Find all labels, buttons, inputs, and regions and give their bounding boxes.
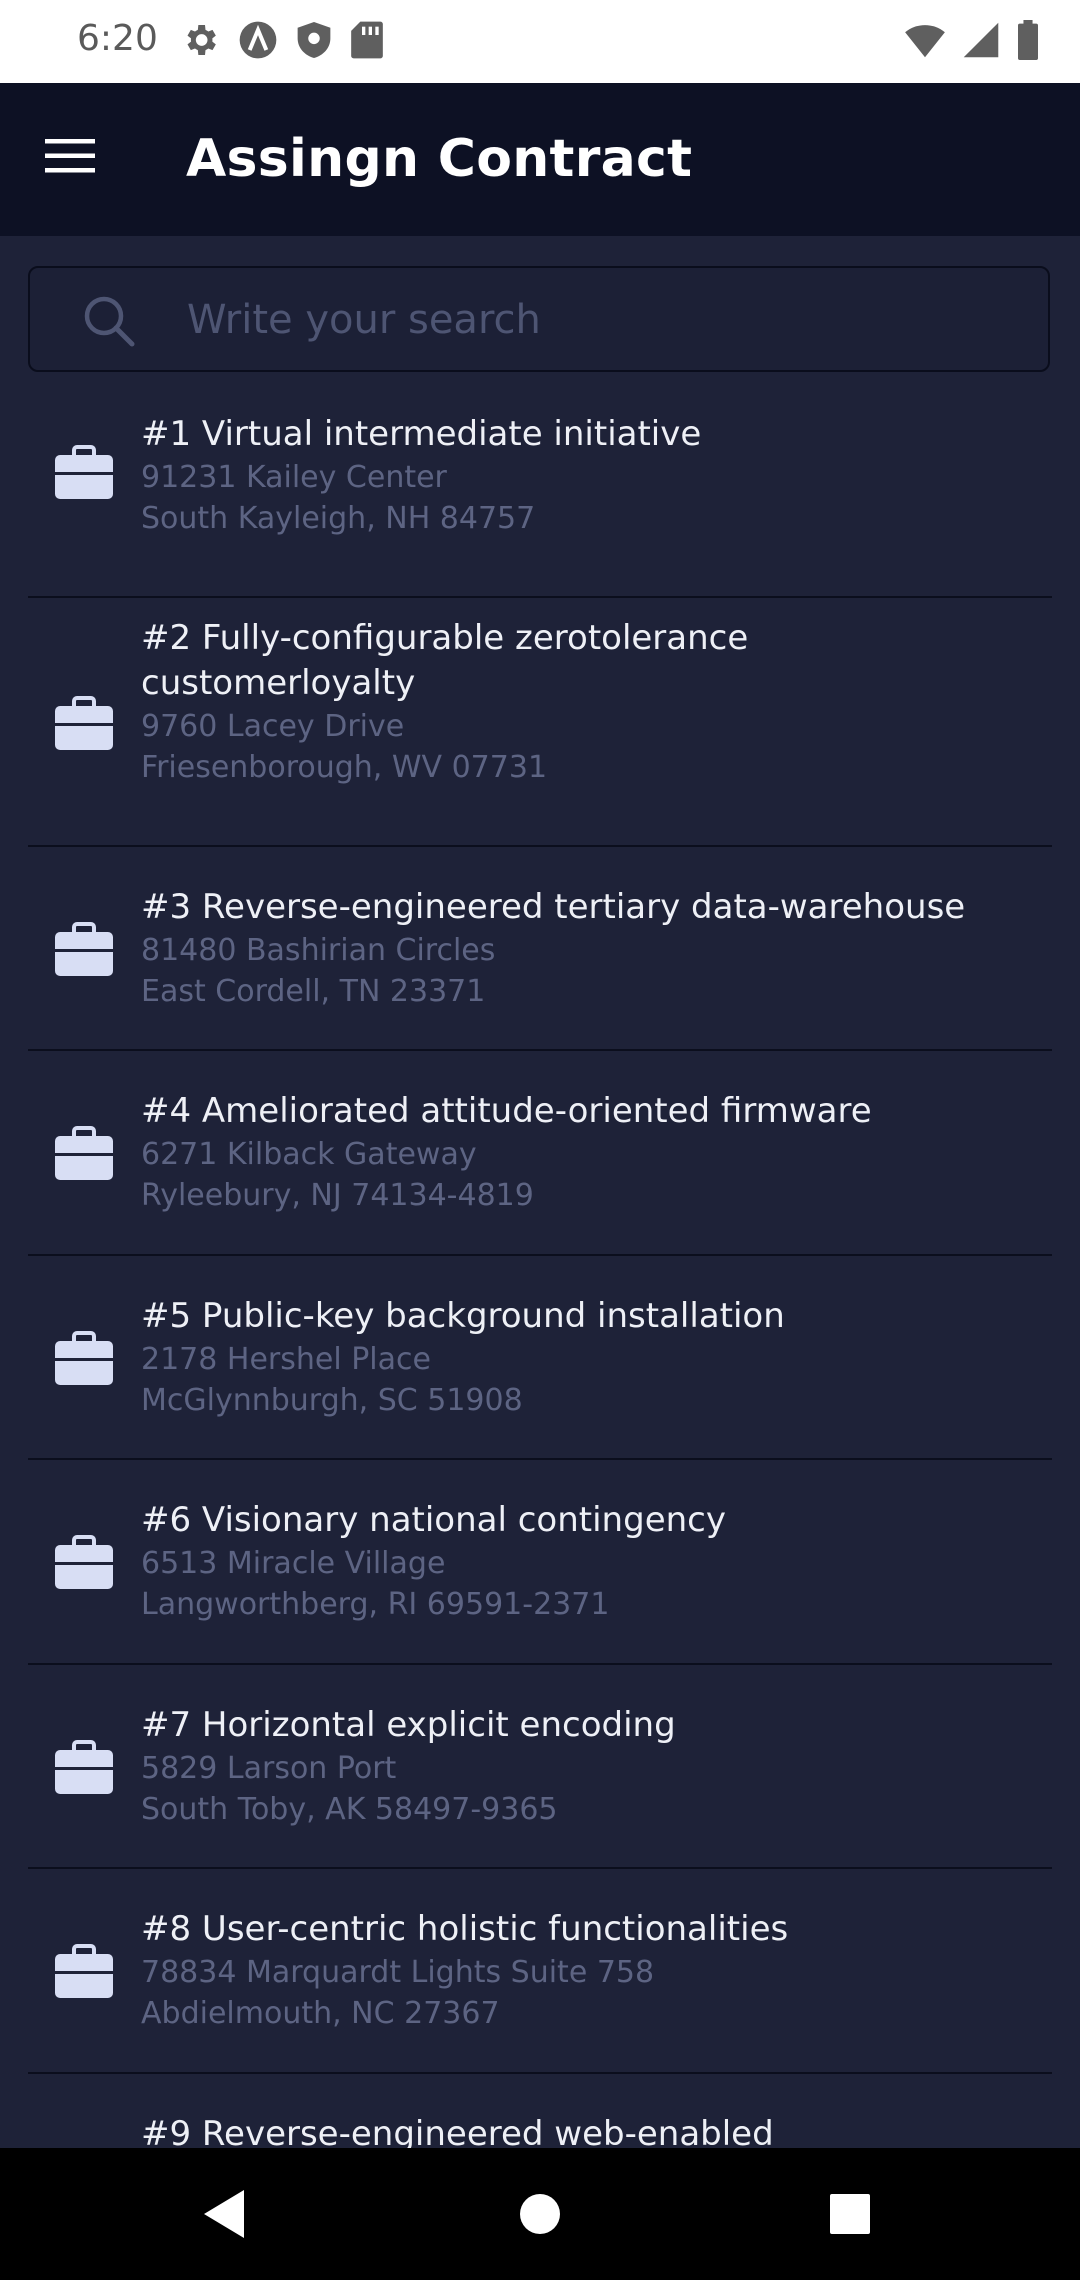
contract-address-line2: McGlynnburgh, SC 51908 <box>141 1383 523 1418</box>
contract-list: #1 Virtual intermediate initiative 91231… <box>0 394 1080 2148</box>
status-time: 6:20 <box>77 18 158 59</box>
list-item[interactable]: #9 Reverse-engineered web-enabled <box>28 2074 1052 2148</box>
sd-card-icon <box>350 20 384 64</box>
shield-icon <box>296 20 332 64</box>
contract-title: #7 Horizontal explicit encoding <box>141 1705 676 1745</box>
home-circle-icon[interactable] <box>518 2186 562 2246</box>
contract-address-line2: South Kayleigh, NH 84757 <box>141 501 536 536</box>
list-item[interactable]: #2 Fully-configurable zerotolerance cust… <box>28 598 1052 847</box>
system-nav-bar <box>0 2148 1080 2280</box>
list-item[interactable]: #7 Horizontal explicit encoding 5829 Lar… <box>28 1665 1052 1869</box>
hamburger-menu-icon <box>45 137 97 179</box>
briefcase-icon <box>54 1535 114 1595</box>
status-bar: 6:20 <box>0 0 1080 83</box>
contract-address-line2: East Cordell, TN 23371 <box>141 974 486 1009</box>
contract-title: #3 Reverse-engineered tertiary data-ware… <box>141 887 966 927</box>
status-icons-left <box>180 20 384 64</box>
contract-address-line1: 6271 Kilback Gateway <box>141 1137 477 1172</box>
wifi-icon <box>904 21 946 63</box>
a-circle-icon <box>238 20 278 64</box>
gear-icon <box>180 20 220 64</box>
battery-icon <box>1016 20 1040 64</box>
list-item[interactable]: #8 User-centric holistic functionalities… <box>28 1869 1052 2074</box>
contract-title: #5 Public-key background installation <box>141 1296 785 1336</box>
contract-title: #2 Fully-configurable zerotolerance cust… <box>141 618 749 703</box>
contract-address-line1: 9760 Lacey Drive <box>141 709 405 744</box>
contract-address-line1: 81480 Bashirian Circles <box>141 933 496 968</box>
search-icon <box>82 294 136 352</box>
briefcase-icon <box>54 1126 114 1186</box>
briefcase-icon <box>54 1944 114 2004</box>
app-bar: Assingn Contract <box>0 83 1080 236</box>
list-item[interactable]: #5 Public-key background installation 21… <box>28 1256 1052 1460</box>
contract-address-line2: Ryleebury, NJ 74134-4819 <box>141 1178 534 1213</box>
search-input[interactable] <box>185 268 1009 372</box>
signal-icon <box>962 21 1000 63</box>
page-title: Assingn Contract <box>186 129 693 189</box>
menu-button[interactable] <box>36 128 106 188</box>
status-icons-right <box>904 20 1040 64</box>
contract-address-line2: South Toby, AK 58497-9365 <box>141 1792 558 1827</box>
briefcase-icon <box>54 1740 114 1800</box>
contract-address-line1: 5829 Larson Port <box>141 1751 397 1786</box>
contract-title: #8 User-centric holistic functionalities <box>141 1909 789 1949</box>
contract-address-line1: 6513 Miracle Village <box>141 1546 446 1581</box>
contract-title: #9 Reverse-engineered web-enabled <box>141 2114 774 2148</box>
list-item[interactable]: #6 Visionary national contingency 6513 M… <box>28 1460 1052 1665</box>
contract-title: #4 Ameliorated attitude-oriented firmwar… <box>141 1091 872 1131</box>
contract-address-line2: Langworthberg, RI 69591-2371 <box>141 1587 610 1622</box>
list-item[interactable]: #1 Virtual intermediate initiative 91231… <box>28 394 1052 598</box>
contract-title: #1 Virtual intermediate initiative <box>141 414 702 454</box>
contract-address-line2: Friesenborough, WV 07731 <box>141 750 548 785</box>
contract-title: #6 Visionary national contingency <box>141 1500 726 1540</box>
back-triangle-icon[interactable] <box>200 2186 250 2246</box>
contract-address-line1: 78834 Marquardt Lights Suite 758 <box>141 1955 655 1990</box>
search-box[interactable] <box>28 266 1050 372</box>
recents-square-icon[interactable] <box>828 2186 872 2246</box>
briefcase-icon <box>54 696 114 756</box>
briefcase-icon <box>54 445 114 505</box>
list-item[interactable]: #3 Reverse-engineered tertiary data-ware… <box>28 847 1052 1051</box>
contract-address-line1: 91231 Kailey Center <box>141 460 447 495</box>
briefcase-icon <box>54 922 114 982</box>
contract-address-line2: Abdielmouth, NC 27367 <box>141 1996 500 2031</box>
briefcase-icon <box>54 1331 114 1391</box>
list-item[interactable]: #4 Ameliorated attitude-oriented firmwar… <box>28 1051 1052 1256</box>
contract-address-line1: 2178 Hershel Place <box>141 1342 431 1377</box>
